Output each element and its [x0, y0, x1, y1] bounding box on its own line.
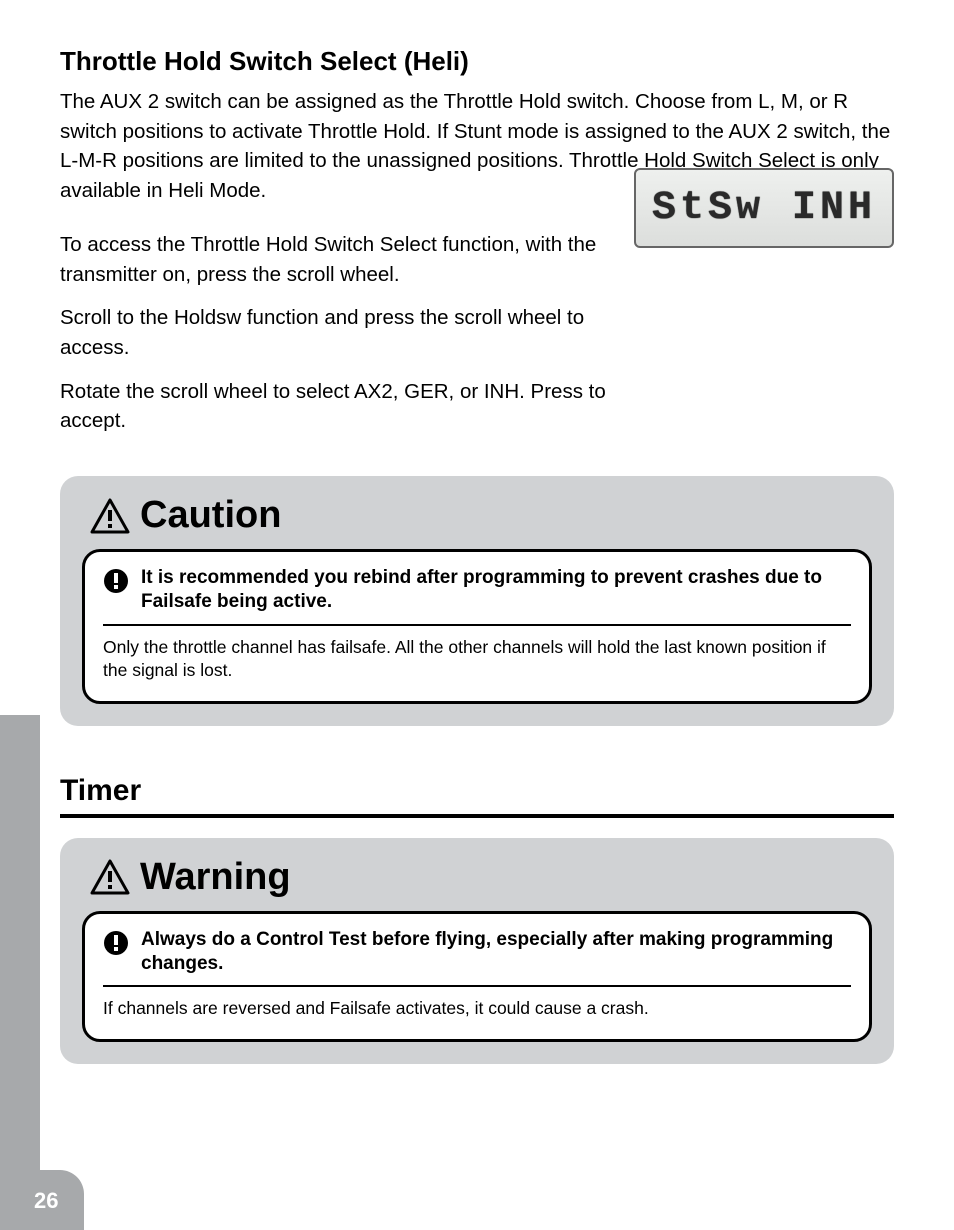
exclamation-circle-icon [103, 930, 129, 961]
caution-title: Caution [140, 494, 281, 537]
instruction-paragraph-2: Scroll to the Holdsw function and press … [60, 303, 620, 362]
heli-switch-heading: Throttle Hold Switch Select (Heli) [60, 46, 894, 77]
caution-inner-box: It is recommended you rebind after progr… [82, 549, 872, 704]
warning-headline: Always do a Control Test before flying, … [141, 928, 851, 976]
warning-description: If channels are reversed and Failsafe ac… [103, 997, 851, 1021]
caution-card: Caution It is recommended you rebind aft… [60, 476, 894, 726]
warning-inner-box: Always do a Control Test before flying, … [82, 911, 872, 1042]
timer-rule [60, 814, 894, 818]
lcd-display: StSw INH [634, 168, 894, 248]
timer-heading: Timer [60, 774, 894, 808]
warning-divider [103, 985, 851, 987]
caution-description: Only the throttle channel has failsafe. … [103, 636, 851, 683]
caution-triangle-icon [90, 498, 130, 534]
caution-divider [103, 624, 851, 626]
warning-triangle-icon [90, 859, 130, 895]
instruction-paragraph-3: Rotate the scroll wheel to select AX2, G… [60, 377, 620, 436]
page-number: 26 [34, 1188, 58, 1214]
side-tab [0, 715, 40, 1215]
caution-headline: It is recommended you rebind after progr… [141, 566, 851, 614]
instruction-paragraph-1: To access the Throttle Hold Switch Selec… [60, 230, 620, 289]
warning-card: Warning Always do a Control Test before … [60, 838, 894, 1064]
exclamation-circle-icon [103, 568, 129, 599]
warning-title: Warning [140, 856, 291, 899]
